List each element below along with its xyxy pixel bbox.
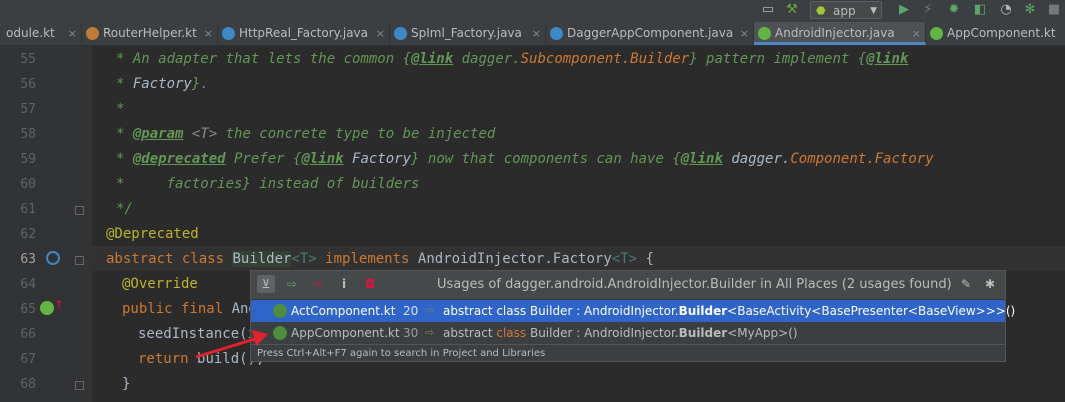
code-line-67: return build(); xyxy=(138,351,265,367)
code-line-59: * @deprecated Prefer {@link Factory} now… xyxy=(116,151,934,167)
tab-daggerappcomponent[interactable]: DaggerAppComponent.java × xyxy=(546,22,754,45)
usage-row[interactable]: AppComponent.kt 30 ⇨ abstract class Buil… xyxy=(251,322,1005,344)
usages-title: Usages of dagger.android.AndroidInjector… xyxy=(437,277,952,292)
usage-line: 30 xyxy=(403,326,419,340)
kotlin-file-icon xyxy=(86,27,99,40)
close-icon[interactable]: × xyxy=(376,22,385,45)
line-number: 68 xyxy=(20,377,36,392)
info-icon[interactable]: i xyxy=(335,275,353,293)
lightning-icon[interactable]: ⚡ xyxy=(920,2,936,18)
tab-routerhelper[interactable]: RouterHelper.kt × xyxy=(82,22,218,45)
implemented-by-icon[interactable] xyxy=(46,251,60,265)
code-line-68: } xyxy=(122,376,131,392)
chevron-down-icon: ▼ xyxy=(870,6,877,16)
run-config-label: app xyxy=(833,4,856,18)
main-toolbar: ▭ ⚒ ⬣ app ▼ ▶ ⚡ ✹ ◧ ◔ ✻ ■ xyxy=(0,0,1065,22)
usages-popup-header: ⊻ ⇨ ⇨ i ◘ Usages of dagger.android.Andro… xyxy=(251,271,1005,300)
usages-popup: ⊻ ⇨ ⇨ i ◘ Usages of dagger.android.Andro… xyxy=(250,270,1015,362)
code-line-55: * An adapter that lets the common {@link… xyxy=(116,51,909,67)
usage-arrow-icon: ⇨ xyxy=(425,326,435,339)
fold-marker-icon[interactable] xyxy=(75,206,84,215)
code-line-64: @Override xyxy=(122,276,198,292)
line-number: 58 xyxy=(20,127,36,142)
tab-spiml-factory[interactable]: SpIml_Factory.java × xyxy=(390,22,546,45)
interface-icon xyxy=(758,27,771,40)
pin-icon[interactable]: ✱ xyxy=(981,275,999,293)
line-number: 64 xyxy=(20,277,36,292)
debug-icon[interactable]: ✹ xyxy=(946,2,962,18)
settings-icon[interactable]: ✎ xyxy=(957,275,975,293)
coverage-icon[interactable]: ◧ xyxy=(972,2,988,18)
line-number: 61 xyxy=(20,202,36,217)
editor-gutter xyxy=(0,46,92,402)
usage-file: AppComponent.kt xyxy=(291,326,400,340)
line-number: 57 xyxy=(20,102,36,117)
window-icon[interactable]: ▭ xyxy=(760,2,776,18)
next-occurrence-icon[interactable]: ⇨ xyxy=(283,275,301,293)
fold-marker-icon[interactable] xyxy=(75,256,84,265)
merge-icon[interactable]: ⊻ xyxy=(257,275,275,293)
close-icon[interactable]: × xyxy=(740,22,749,45)
tab-androidinjector[interactable]: AndroidInjector.java × xyxy=(754,22,926,45)
hammer-icon[interactable]: ⚒ xyxy=(784,2,800,18)
profiler-icon[interactable]: ◔ xyxy=(998,2,1014,18)
stop-icon[interactable]: ◘ xyxy=(361,275,379,293)
line-number: 60 xyxy=(20,177,36,192)
run-icon[interactable]: ▶ xyxy=(896,2,912,18)
code-line-65: public final And xyxy=(122,301,257,317)
code-line-61: */ xyxy=(116,201,133,217)
usage-line: 20 xyxy=(403,304,419,318)
kotlin-interface-icon xyxy=(930,27,943,40)
code-line-56: * Factory}. xyxy=(116,76,209,92)
up-arrow-icon: ↑ xyxy=(54,298,65,312)
line-number: 67 xyxy=(20,352,36,367)
usage-text: abstract class Builder : AndroidInjector… xyxy=(443,304,1016,318)
usage-row[interactable]: ActComponent.kt 20 ⇨ abstract class Buil… xyxy=(251,300,1015,322)
kotlin-interface-icon xyxy=(273,326,287,340)
tab-httpreal-factory[interactable]: HttpReal_Factory.java × xyxy=(218,22,390,45)
overrides-method-icon[interactable] xyxy=(40,301,54,315)
usages-footer: Press Ctrl+Alt+F7 again to search in Pro… xyxy=(251,344,1005,361)
kotlin-interface-icon xyxy=(273,304,287,318)
line-number: 66 xyxy=(20,327,36,342)
java-class-icon xyxy=(550,27,563,40)
line-number: 62 xyxy=(20,227,36,242)
prev-occurrence-icon[interactable]: ⇨ xyxy=(309,275,327,293)
code-line-66: seedInstance(i xyxy=(138,326,257,342)
java-class-icon xyxy=(394,27,407,40)
android-icon: ⬣ xyxy=(816,4,826,17)
close-icon[interactable]: × xyxy=(68,22,77,45)
code-line-58: * @param <T> the concrete type to be inj… xyxy=(116,126,496,142)
tab-appcomponent[interactable]: AppComponent.kt xyxy=(926,22,1065,45)
line-number: 59 xyxy=(20,152,36,167)
code-line-60: * factories} instead of builders xyxy=(116,176,420,192)
code-line-63: abstract class Builder<T> implements And… xyxy=(106,251,654,267)
close-icon[interactable]: × xyxy=(532,22,541,45)
usage-text: abstract class Builder : AndroidInjector… xyxy=(443,326,798,340)
tab-module[interactable]: odule.kt × xyxy=(0,22,82,45)
usage-arrow-icon: ⇨ xyxy=(425,304,435,317)
line-number: 65 xyxy=(20,302,36,317)
close-icon[interactable]: × xyxy=(912,22,921,45)
code-line-57: * xyxy=(116,101,125,117)
line-number: 55 xyxy=(20,52,36,67)
stop-icon[interactable]: ■ xyxy=(1046,2,1062,18)
attach-debugger-icon[interactable]: ✻ xyxy=(1022,2,1038,18)
java-class-icon xyxy=(222,27,235,40)
code-line-62: @Deprecated xyxy=(106,226,199,242)
usage-file: ActComponent.kt xyxy=(291,304,396,318)
line-number: 63 xyxy=(20,252,36,267)
close-icon[interactable]: × xyxy=(204,22,213,45)
line-number: 56 xyxy=(20,77,36,92)
fold-marker-icon[interactable] xyxy=(75,381,84,390)
editor-tabs: odule.kt × RouterHelper.kt × HttpReal_Fa… xyxy=(0,22,1065,46)
run-config-select[interactable]: ⬣ app ▼ xyxy=(810,1,882,19)
